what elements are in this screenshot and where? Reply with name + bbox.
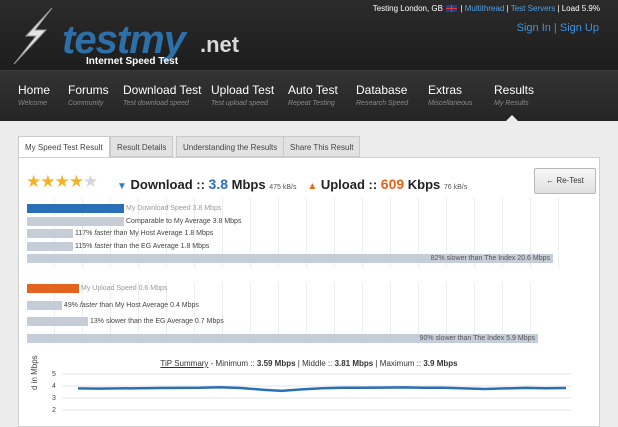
comparison-label: My Upload Speed 0.6 Mbps [81,285,168,292]
download-value: 3.8 [208,176,229,192]
comparison-bar [27,317,88,326]
lightning-bolt-logo-icon [13,7,53,65]
server-location: Testing London, GB [372,4,443,13]
graph-mid: 3.81 Mbps [334,359,374,368]
graph-title-text: - Minimum :: [208,359,257,368]
active-nav-caret-icon [506,115,518,121]
retest-button[interactable]: ← Re-Test [534,168,596,194]
comparison-label: 82% slower than The Index 20.6 Mbps [430,255,550,262]
tab-share-result[interactable]: Share This Result [283,136,361,157]
comparison-label: 115% faster than the EG Average 1.8 Mbps [75,242,210,250]
nav-sublabel: Test download speed [123,100,189,107]
graph-title-text: | Maximum :: [373,359,424,368]
nav-upload-test[interactable]: Upload Test Test upload speed [211,83,274,107]
site-header: testmy .net Internet Speed Test Testing … [0,0,618,70]
nav-download-test[interactable]: Download Test Test download speed [123,83,202,107]
comparison-label: 117% faster than My Host Average 1.8 Mbp… [75,230,214,237]
tip-summary-link[interactable]: TiP Summary [160,359,208,368]
comparison-label: Comparable to My Average 3.8 Mbps [126,217,242,225]
nav-label: Extras [428,83,463,97]
sign-up-link[interactable]: Sign Up [560,22,599,34]
nav-sublabel: Miscellaneous [428,100,473,107]
tab-understanding-results[interactable]: Understanding the Results [176,136,285,157]
nav-extras[interactable]: Extras Miscellaneous [428,83,472,107]
star-icon: ★ [40,172,55,191]
logo-subtitle: Internet Speed Test [86,56,179,67]
y-tick: 4 [52,383,56,390]
nav-sublabel: Test upload speed [211,100,268,107]
nav-label: Download Test [123,83,202,97]
upload-arrow-icon: ▲ [307,181,318,192]
tab-result-details[interactable]: Result Details [110,136,174,157]
download-kb: 475 kB/s [269,184,297,191]
main-nav: Home Welcome Forums Community Download T… [0,70,618,121]
server-load: Load 5.9% [561,4,600,13]
upload-kb: 76 kB/s [443,184,468,191]
download-label: Download :: [130,177,205,192]
comparison-bar [27,284,79,293]
logo-domain: .net [200,32,240,57]
test-servers-link[interactable]: Test Servers [511,4,555,13]
comparison-bar [27,229,73,238]
uk-flag-icon [446,5,458,13]
nav-home[interactable]: Home Welcome [18,83,50,107]
y-tick: 3 [52,395,56,402]
upload-label: Upload :: [320,177,378,192]
graph-title: TiP Summary - Minimum :: 3.59 Mbps | Mid… [0,359,618,368]
graph-title-text: | Middle :: [295,359,335,368]
star-icon: ★ [54,172,70,191]
nav-label: Results [494,83,535,97]
download-arrow-icon: ▼ [117,181,127,192]
comparison-label: 13% slower than the EG Average 0.7 Mbps [90,318,224,325]
nav-results[interactable]: Results My Results [494,83,534,107]
nav-label: Forums [68,83,109,97]
star-icon: ★ [68,172,84,191]
rating-stars: ★★★★★ [26,172,98,192]
upload-value: 609 [380,176,405,192]
comparison-label: 49% faster than My Host Average 0.4 Mbps [64,301,199,309]
comparison-bar [27,204,124,213]
nav-sublabel: Repeat Testing [288,100,335,107]
comparison-label: My Download Speed 3.8 Mbps [126,205,222,212]
tab-my-speed-test-result[interactable]: My Speed Test Result [18,136,110,158]
download-unit: Mbps [231,177,266,192]
speed-series-line [77,385,567,393]
nav-sublabel: My Results [494,100,529,107]
comparison-label: 90% slower than The Index 5.9 Mbps [419,334,535,342]
nav-forums[interactable]: Forums Community [68,83,109,107]
graph-max: 3.9 Mbps [423,359,458,368]
upload-unit: Kbps [407,177,441,192]
nav-sublabel: Welcome [18,100,48,107]
multithread-link[interactable]: Multithread [465,4,505,13]
nav-label: Database [356,83,408,97]
comparison-bar [27,300,62,310]
graph-min: 3.59 Mbps [256,359,296,368]
sign-in-link[interactable]: Sign In [517,22,551,34]
nav-label: Home [18,83,51,97]
star-icon: ★ [83,172,98,191]
nav-label: Auto Test [288,83,338,97]
star-icon: ★ [26,172,41,191]
nav-auto-test[interactable]: Auto Test Repeat Testing [288,83,338,107]
server-status: Testing London, GB | Multithread | Test … [372,4,600,13]
comparison-bar [27,241,73,251]
nav-label: Upload Test [211,83,275,97]
speed-line-chart [62,373,572,411]
y-tick: 5 [52,371,56,378]
account-links: Sign In | Sign Up [516,22,599,34]
nav-sublabel: Research Speed [356,100,409,107]
nav-sublabel: Community [68,100,104,107]
nav-database[interactable]: Database Research Speed [356,83,408,107]
y-tick: 2 [52,407,56,414]
y-axis-label: d in Mbps [30,355,39,390]
comparison-bar [27,216,124,226]
speed-summary: ▼ Download :: 3.8 Mbps 475 kB/s ▲ Upload… [117,176,467,192]
